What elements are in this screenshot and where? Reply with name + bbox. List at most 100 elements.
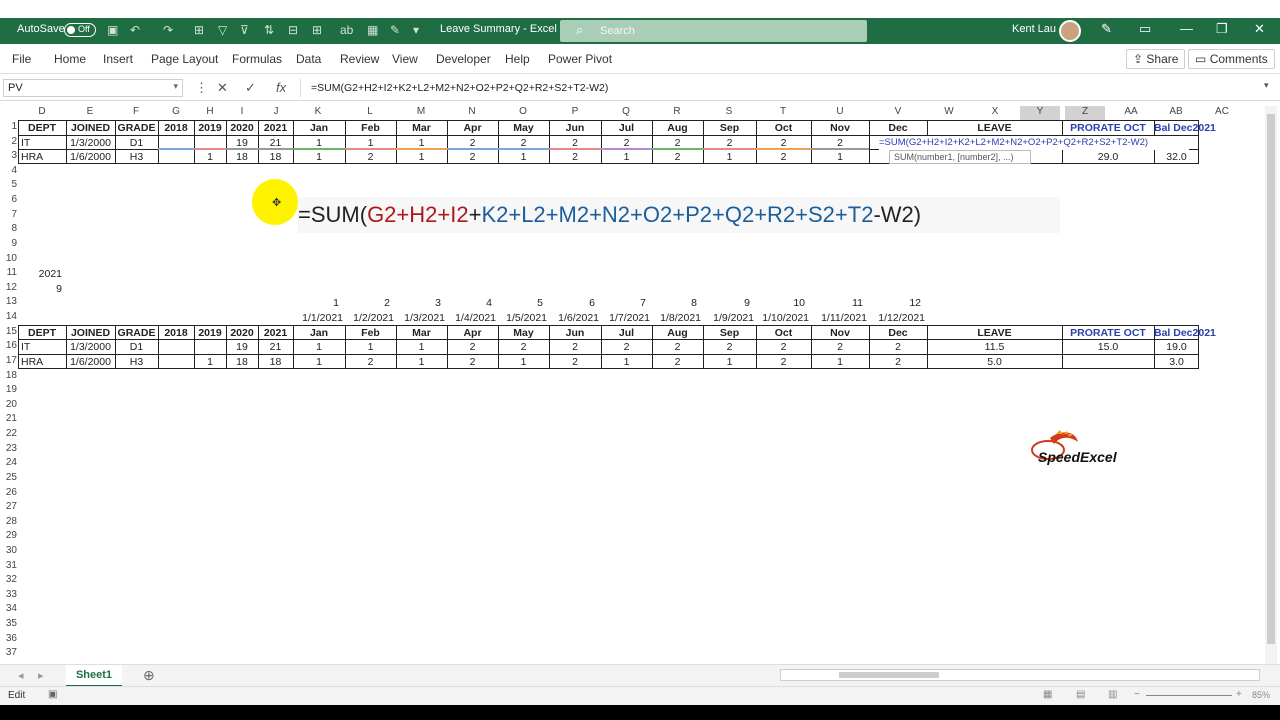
- tab-home[interactable]: Home: [54, 52, 86, 66]
- column-header-j[interactable]: J: [256, 106, 296, 120]
- column-header-e[interactable]: E: [70, 106, 110, 120]
- header-cell[interactable]: Jul: [601, 121, 652, 135]
- month-date[interactable]: 1/2/2021: [345, 311, 396, 325]
- insert-function-icon[interactable]: fx: [276, 80, 286, 95]
- pen-icon[interactable]: ✎: [1101, 21, 1112, 37]
- user-name[interactable]: Kent Lau: [1012, 23, 1056, 35]
- cell-row17[interactable]: 1: [194, 355, 226, 369]
- cell-row3[interactable]: 1: [396, 150, 447, 164]
- header-cell[interactable]: 2019: [194, 326, 226, 340]
- row-header-35[interactable]: 35: [0, 618, 17, 629]
- row-header-21[interactable]: 21: [0, 413, 17, 424]
- header-cell[interactable]: 2020: [226, 326, 258, 340]
- column-header-w[interactable]: W: [929, 106, 969, 120]
- horizontal-scrollbar[interactable]: [780, 669, 1260, 681]
- row-header-14[interactable]: 14: [0, 311, 17, 322]
- cell-d11[interactable]: 2021: [22, 267, 62, 281]
- row-header-29[interactable]: 29: [0, 530, 17, 541]
- row-header-2[interactable]: 2: [0, 136, 17, 147]
- column-header-k[interactable]: K: [298, 106, 338, 120]
- header-cell[interactable]: Bal Dec2021: [1154, 121, 1216, 135]
- month-date[interactable]: 1/4/2021: [447, 311, 498, 325]
- cell-row17[interactable]: HRA: [18, 355, 66, 369]
- cell-row17[interactable]: 2: [869, 355, 927, 369]
- tab-formulas[interactable]: Formulas: [232, 52, 282, 66]
- header-cell[interactable]: Nov: [811, 326, 869, 340]
- header-cell[interactable]: Sep: [703, 121, 756, 135]
- header-cell[interactable]: 2021: [258, 326, 293, 340]
- column-header-u[interactable]: U: [820, 106, 860, 120]
- cell-row2[interactable]: 2: [703, 136, 756, 150]
- close-icon[interactable]: ✕: [1254, 21, 1265, 37]
- header-cell[interactable]: Jun: [549, 121, 601, 135]
- cell-row2[interactable]: 1/3/2000: [66, 136, 115, 150]
- name-box[interactable]: PV ▾: [3, 79, 183, 97]
- header-cell[interactable]: Bal Dec2021: [1154, 326, 1216, 340]
- search-box[interactable]: ⌕ Search: [560, 20, 867, 42]
- cell-row16[interactable]: 2: [447, 340, 498, 354]
- column-header-y[interactable]: Y: [1020, 106, 1060, 120]
- cell-row3[interactable]: 1: [194, 150, 226, 164]
- column-header-z[interactable]: Z: [1065, 106, 1105, 120]
- month-number[interactable]: 10: [756, 296, 805, 310]
- normal-view-icon[interactable]: ▦: [1043, 689, 1052, 700]
- cell-row2[interactable]: 2: [811, 136, 869, 150]
- row-header-33[interactable]: 33: [0, 589, 17, 600]
- cell-row17[interactable]: [1062, 355, 1154, 369]
- cell-prorate-row3[interactable]: 29.0: [1062, 150, 1154, 164]
- header-cell[interactable]: Jun: [549, 326, 601, 340]
- month-number[interactable]: 2: [345, 296, 390, 310]
- column-header-p[interactable]: P: [555, 106, 595, 120]
- cell-row2[interactable]: 1: [293, 136, 345, 150]
- month-number[interactable]: 5: [498, 296, 543, 310]
- header-cell[interactable]: PRORATE OCT: [1062, 121, 1154, 135]
- header-cell[interactable]: Sep: [703, 326, 756, 340]
- header-cell[interactable]: Jul: [601, 326, 652, 340]
- cell-row2[interactable]: [194, 136, 226, 150]
- cell-row2[interactable]: [158, 136, 194, 150]
- header-cell[interactable]: GRADE: [115, 326, 158, 340]
- header-cell[interactable]: 2020: [226, 121, 258, 135]
- formula-input[interactable]: =SUM(G2+H2+I2+K2+L2+M2+N2+O2+P2+Q2+R2+S2…: [300, 79, 1275, 97]
- row-header-13[interactable]: 13: [0, 296, 17, 307]
- row-header-36[interactable]: 36: [0, 633, 17, 644]
- cell-row17[interactable]: 1: [293, 355, 345, 369]
- column-header-r[interactable]: R: [657, 106, 697, 120]
- row-header-9[interactable]: 9: [0, 238, 17, 249]
- accessibility-icon[interactable]: ▣: [48, 689, 57, 700]
- cell-row3[interactable]: 18: [258, 150, 293, 164]
- comments-button[interactable]: ▭ Comments: [1188, 49, 1275, 69]
- tab-data[interactable]: Data: [296, 52, 321, 66]
- cell-row2[interactable]: 1: [345, 136, 396, 150]
- minimize-icon[interactable]: —: [1180, 21, 1193, 36]
- cell-row3[interactable]: 1: [498, 150, 549, 164]
- column-header-s[interactable]: S: [709, 106, 749, 120]
- cell-row17[interactable]: 5.0: [927, 355, 1062, 369]
- cell-row2[interactable]: 2: [601, 136, 652, 150]
- cell-row3[interactable]: 2: [549, 150, 601, 164]
- row-header-37[interactable]: 37: [0, 647, 17, 658]
- month-number[interactable]: 9: [703, 296, 750, 310]
- month-date[interactable]: 1/11/2021: [811, 311, 869, 325]
- header-cell[interactable]: Dec: [869, 326, 927, 340]
- row-header-11[interactable]: 11: [0, 267, 17, 278]
- header-cell[interactable]: LEAVE: [927, 121, 1062, 135]
- sheet-tab-sheet1[interactable]: Sheet1: [66, 665, 122, 687]
- cell-d12[interactable]: 9: [22, 282, 62, 296]
- cell-row16[interactable]: [194, 340, 226, 354]
- column-header-aa[interactable]: AA: [1111, 106, 1151, 120]
- cell-row16[interactable]: 11.5: [927, 340, 1062, 354]
- cell-row16[interactable]: 2: [601, 340, 652, 354]
- header-cell[interactable]: May: [498, 326, 549, 340]
- cell-edit-formula[interactable]: =SUM(G2+H2+I2+K2+L2+M2+N2+O2+P2+Q2+R2+S2…: [879, 135, 1189, 150]
- month-number[interactable]: 12: [869, 296, 921, 310]
- ribbon-display-icon[interactable]: ▭: [1139, 21, 1151, 37]
- cell-row3[interactable]: 18: [226, 150, 258, 164]
- month-number[interactable]: 1: [293, 296, 339, 310]
- column-header-v[interactable]: V: [878, 106, 918, 120]
- header-cell[interactable]: Dec: [869, 121, 927, 135]
- row-header-34[interactable]: 34: [0, 603, 17, 614]
- month-number[interactable]: 3: [396, 296, 441, 310]
- table-icon[interactable]: ⊞: [312, 23, 322, 37]
- cell-row17[interactable]: 2: [447, 355, 498, 369]
